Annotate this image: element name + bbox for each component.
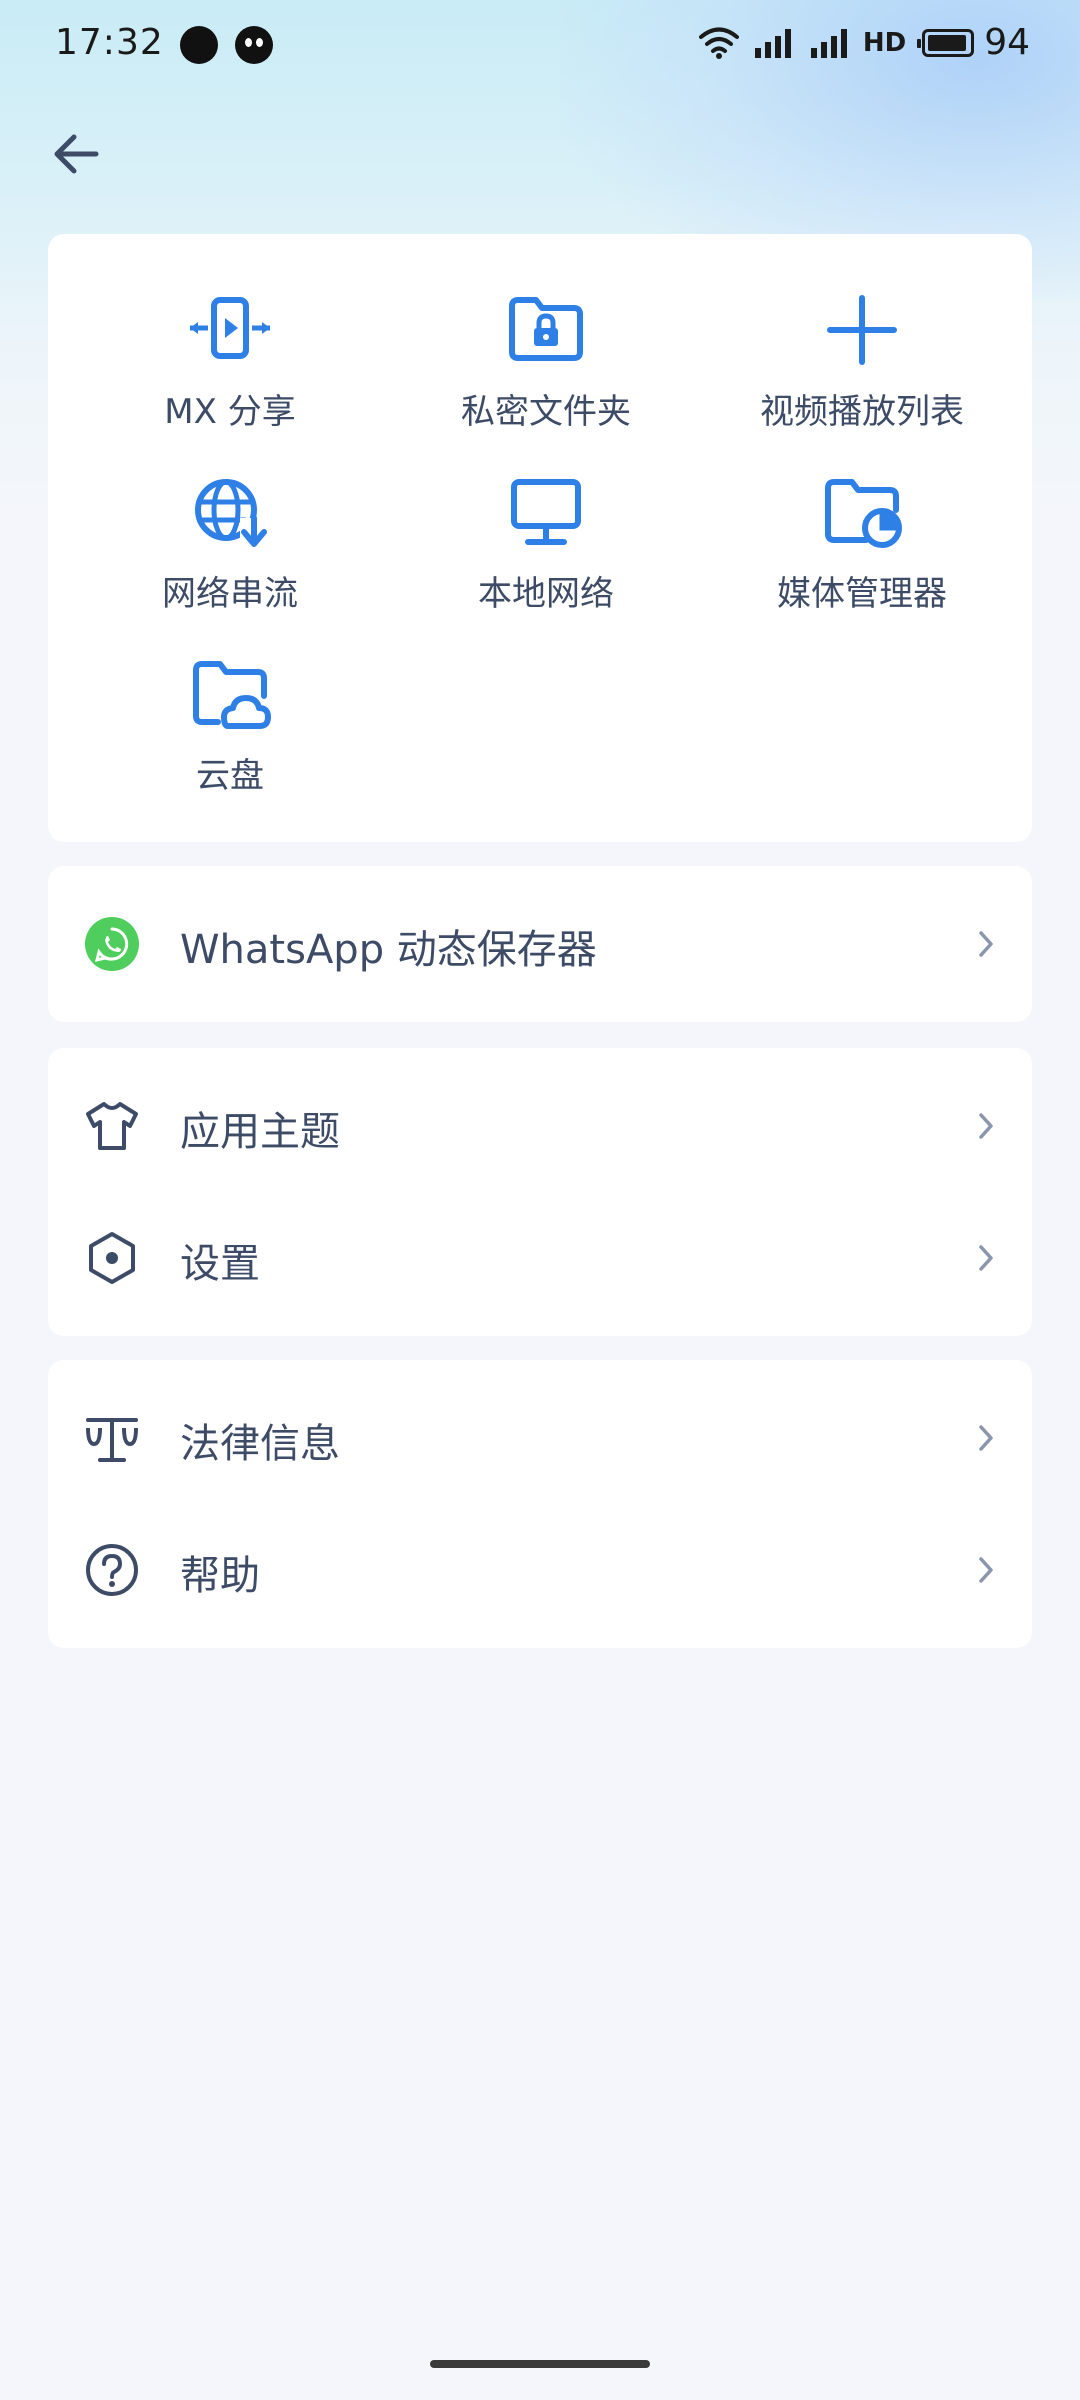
whatsapp-status-saver-label: WhatsApp 动态保存器 <box>180 927 597 973</box>
legal-info-row[interactable]: 法律信息 <box>48 1373 1032 1503</box>
signal-1-icon <box>754 28 791 58</box>
network-stream-icon <box>195 479 268 548</box>
help-label: 帮助 <box>180 1553 260 1599</box>
whatsapp-card: WhatsApp 动态保存器 <box>48 866 1032 1022</box>
grid-item-video-playlist[interactable]: 视频播放列表 <box>702 288 1022 458</box>
arrow-left-icon <box>54 134 99 174</box>
grid-item-label: 私密文件夹 <box>461 392 631 432</box>
private-folder-icon <box>509 297 583 361</box>
scale-icon <box>86 1418 138 1462</box>
grid-item-cloud-drive[interactable]: 云盘 <box>70 652 390 822</box>
app-theme-row[interactable]: 应用主题 <box>48 1061 1032 1191</box>
battery-icon <box>917 28 975 57</box>
chat-notification-icon <box>235 26 273 64</box>
grid-item-label: 网络串流 <box>162 574 298 614</box>
chevron-right-icon <box>979 1245 993 1271</box>
chevron-right-icon <box>979 931 993 957</box>
whatsapp-icon <box>85 917 139 971</box>
grid-item-network-stream[interactable]: 网络串流 <box>70 470 390 640</box>
grid-item-label: 媒体管理器 <box>777 574 947 614</box>
grid-item-label: 本地网络 <box>478 574 614 614</box>
status-time: 17:32 <box>55 22 164 63</box>
home-gesture-bar[interactable] <box>430 2360 650 2368</box>
settings-row[interactable]: 设置 <box>48 1193 1032 1323</box>
grid-item-label: MX 分享 <box>164 392 296 432</box>
message-notification-icon <box>180 26 218 64</box>
feature-grid-card: MX 分享 私密文件夹 视频播放列表 网络串流 本地网络 媒体管理器 云盘 <box>48 234 1032 842</box>
media-manager-icon <box>825 479 902 548</box>
status-bar: 17:32 HD 94 <box>0 0 1080 92</box>
settings-hexagon-icon <box>89 1232 135 1284</box>
info-card: 法律信息 帮助 <box>48 1360 1032 1648</box>
grid-item-private-folder[interactable]: 私密文件夹 <box>386 288 706 458</box>
chevron-right-icon <box>979 1425 993 1451</box>
status-indicators: HD 94 <box>698 22 1030 63</box>
network-type-label: HD <box>862 27 907 58</box>
app-theme-label: 应用主题 <box>180 1109 340 1155</box>
preferences-card: 应用主题 设置 <box>48 1048 1032 1336</box>
settings-label: 设置 <box>180 1241 260 1287</box>
back-button[interactable] <box>40 118 112 190</box>
legal-info-label: 法律信息 <box>180 1421 340 1467</box>
battery-level: 94 <box>984 22 1030 63</box>
grid-item-label: 视频播放列表 <box>760 392 964 432</box>
chevron-right-icon <box>979 1557 993 1583</box>
grid-item-media-manager[interactable]: 媒体管理器 <box>702 470 1022 640</box>
grid-item-label: 云盘 <box>196 756 264 796</box>
signal-2-icon <box>810 28 847 58</box>
chevron-right-icon <box>979 1113 993 1139</box>
grid-item-local-network[interactable]: 本地网络 <box>386 470 706 640</box>
cloud-folder-icon <box>193 661 271 729</box>
grid-item-mx-share[interactable]: MX 分享 <box>70 288 390 458</box>
help-icon <box>86 1544 138 1596</box>
plus-icon <box>827 295 897 365</box>
wifi-icon <box>698 27 739 59</box>
monitor-icon <box>511 479 581 545</box>
tshirt-icon <box>86 1102 138 1150</box>
mx-share-icon <box>190 297 270 359</box>
help-row[interactable]: 帮助 <box>48 1505 1032 1635</box>
whatsapp-status-saver-row[interactable]: WhatsApp 动态保存器 <box>48 879 1032 1009</box>
